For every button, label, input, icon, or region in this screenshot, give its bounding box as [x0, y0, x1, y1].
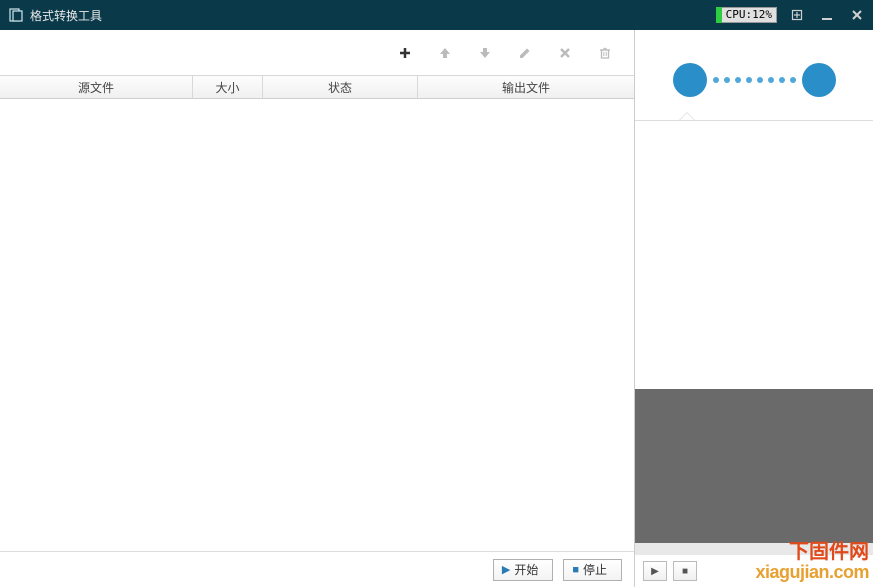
- preview-progress-bar[interactable]: [635, 543, 873, 555]
- close-button[interactable]: [849, 7, 865, 23]
- window-buttons: [789, 7, 865, 23]
- remove-button[interactable]: [548, 38, 582, 68]
- left-panel: 源文件 大小 状态 输出文件 ▶ 开始 ■ 停止: [0, 30, 635, 587]
- stop-button[interactable]: ■ 停止: [563, 559, 622, 581]
- conversion-diagram: [635, 30, 873, 120]
- table-body: [0, 99, 634, 551]
- preview-play-button[interactable]: ▶: [643, 561, 667, 581]
- start-button[interactable]: ▶ 开始: [493, 559, 553, 581]
- column-header-status[interactable]: 状态: [263, 76, 418, 98]
- app-icon: [8, 7, 24, 23]
- diagram-divider: [635, 120, 873, 121]
- arrow-dots: [713, 77, 796, 83]
- toolbar: [0, 30, 634, 75]
- start-button-label: 开始: [514, 561, 538, 578]
- preview-video-area: [635, 389, 873, 543]
- column-header-output[interactable]: 输出文件: [418, 76, 634, 98]
- restore-button[interactable]: [789, 7, 805, 23]
- play-icon: ▶: [502, 563, 510, 576]
- move-up-button[interactable]: [428, 38, 462, 68]
- minimize-button[interactable]: [819, 7, 835, 23]
- edit-button[interactable]: [508, 38, 542, 68]
- column-header-source[interactable]: 源文件: [0, 76, 193, 98]
- column-header-size[interactable]: 大小: [193, 76, 263, 98]
- delete-button[interactable]: [588, 38, 622, 68]
- preview-controls: ▶ ■: [635, 555, 873, 587]
- right-panel: ▶ ■: [635, 30, 873, 587]
- add-button[interactable]: [388, 38, 422, 68]
- app-title: 格式转换工具: [30, 7, 721, 24]
- move-down-button[interactable]: [468, 38, 502, 68]
- source-format-circle[interactable]: [673, 63, 707, 97]
- bottom-bar: ▶ 开始 ■ 停止: [0, 551, 634, 587]
- format-options-area: [635, 121, 873, 389]
- preview-stop-button[interactable]: ■: [673, 561, 697, 581]
- titlebar: 格式转换工具 CPU:12%: [0, 0, 873, 30]
- stop-icon: ■: [572, 564, 579, 576]
- main-area: 源文件 大小 状态 输出文件 ▶ 开始 ■ 停止: [0, 30, 873, 587]
- table-header: 源文件 大小 状态 输出文件: [0, 75, 634, 99]
- target-format-circle[interactable]: [802, 63, 836, 97]
- stop-button-label: 停止: [583, 561, 607, 578]
- cpu-badge: CPU:12%: [721, 7, 777, 23]
